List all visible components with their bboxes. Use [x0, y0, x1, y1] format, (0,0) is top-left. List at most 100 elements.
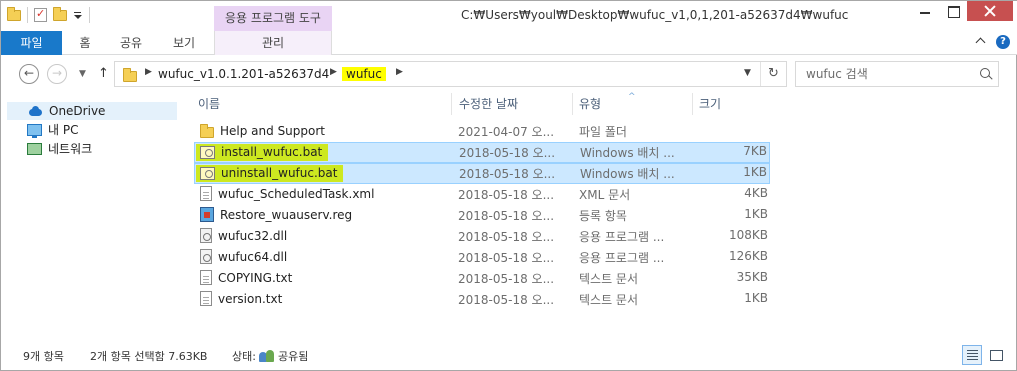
- tab-manage[interactable]: 관리: [214, 31, 332, 55]
- file-date: 2018-05-18 오...: [459, 167, 556, 181]
- file-type: 텍스트 문서: [579, 272, 639, 286]
- registry-file-icon: [200, 207, 214, 222]
- file-name-cell: Help and Support: [200, 123, 325, 138]
- file-name: wufuc64.dll: [218, 249, 288, 264]
- dll-file-icon: [200, 249, 212, 264]
- column-divider[interactable]: [692, 93, 693, 115]
- status-sharing: 상태: 공유됨: [232, 348, 308, 364]
- file-row[interactable]: wufuc_ScheduledTask.xml 2018-05-18 오... …: [194, 184, 770, 205]
- file-name: Help and Support: [220, 123, 325, 138]
- file-type: 응용 프로그램 ...: [579, 230, 665, 244]
- breadcrumb-separator-icon[interactable]: ▶: [396, 67, 403, 77]
- file-size: 108KB: [728, 228, 768, 242]
- column-header-date[interactable]: 수정한 날짜: [459, 93, 518, 115]
- file-row[interactable]: Restore_wuauserv.reg 2018-05-18 오... 등록 …: [194, 205, 770, 226]
- address-dropdown-icon[interactable]: ▼: [744, 68, 751, 78]
- file-date: 2018-05-18 오...: [458, 188, 555, 202]
- back-button[interactable]: ←: [19, 64, 39, 84]
- search-input[interactable]: wufuc 검색: [795, 61, 999, 87]
- file-date: 2021-04-07 오...: [458, 125, 555, 139]
- file-row-selected[interactable]: install_wufuc.bat 2018-05-18 오... Window…: [194, 142, 770, 163]
- customize-toolbar-dropdown-icon[interactable]: [73, 10, 83, 20]
- file-name: uninstall_wufuc.bat: [221, 166, 338, 180]
- column-divider[interactable]: [572, 93, 573, 115]
- chevron-up-icon[interactable]: [976, 37, 986, 47]
- file-name-highlight: install_wufuc.bat: [196, 144, 329, 161]
- file-row[interactable]: wufuc32.dll 2018-05-18 오... 응용 프로그램 ... …: [194, 226, 770, 247]
- file-size: 35KB: [736, 270, 768, 284]
- breadcrumb-separator-icon[interactable]: ▶: [330, 67, 337, 77]
- file-type: 텍스트 문서: [579, 293, 639, 307]
- file-row[interactable]: Help and Support 2021-04-07 오... 파일 폴더: [194, 121, 770, 142]
- breadcrumb-current[interactable]: wufuc: [342, 67, 386, 81]
- dll-file-icon: [200, 228, 212, 243]
- nav-item-onedrive[interactable]: OneDrive: [7, 102, 177, 120]
- tab-share[interactable]: 공유: [108, 31, 154, 55]
- forward-button[interactable]: →: [47, 64, 67, 84]
- up-button[interactable]: ↑: [98, 66, 109, 81]
- recent-locations-chevron-icon[interactable]: ▼: [79, 69, 86, 79]
- file-row[interactable]: wufuc64.dll 2018-05-18 오... 응용 프로그램 ... …: [194, 247, 770, 268]
- file-type: Windows 배치 ...: [580, 146, 675, 160]
- nav-item-label: 네트워크: [48, 142, 93, 156]
- file-name-cell: COPYING.txt: [200, 270, 292, 285]
- file-name: Restore_wuauserv.reg: [220, 207, 353, 222]
- status-bar: 9개 항목 2개 항목 선택함 7.63KB 상태: 공유됨: [1, 341, 1017, 371]
- file-name: install_wufuc.bat: [221, 145, 323, 159]
- toolbar-divider: [27, 7, 28, 23]
- file-row-selected[interactable]: uninstall_wufuc.bat 2018-05-18 오... Wind…: [194, 163, 770, 184]
- nav-item-network[interactable]: 네트워크: [27, 140, 92, 158]
- maximize-button[interactable]: [939, 1, 967, 21]
- nav-item-this-pc[interactable]: 내 PC: [27, 121, 78, 139]
- file-name: wufuc32.dll: [218, 228, 288, 243]
- breadcrumb-current-label: wufuc: [342, 67, 386, 81]
- search-placeholder: wufuc 검색: [806, 67, 868, 81]
- file-date: 2018-05-18 오...: [458, 293, 555, 307]
- status-state-label: 상태:: [232, 350, 256, 363]
- column-header-name[interactable]: 이름: [198, 93, 220, 115]
- column-header-type[interactable]: 유형: [579, 93, 601, 115]
- minimize-button[interactable]: [911, 1, 939, 21]
- xml-file-icon: [200, 186, 212, 201]
- shared-users-icon: [258, 350, 275, 362]
- file-name: wufuc_ScheduledTask.xml: [218, 186, 375, 201]
- folder-icon[interactable]: [7, 6, 21, 21]
- file-type: 응용 프로그램 ...: [579, 251, 665, 265]
- computer-icon: [27, 124, 42, 138]
- nav-item-label: 내 PC: [48, 123, 79, 137]
- help-icon[interactable]: ?: [996, 35, 1010, 49]
- sort-ascending-icon: ^: [628, 92, 636, 102]
- column-header-size[interactable]: 크기: [699, 93, 721, 115]
- tab-home[interactable]: 홈: [62, 31, 108, 55]
- details-view-button[interactable]: [962, 345, 982, 365]
- file-size: 126KB: [728, 249, 768, 263]
- ribbon-tabs: 파일 홈 공유 보기 관리 ?: [1, 31, 1017, 55]
- breadcrumb-separator-icon[interactable]: ▶: [145, 67, 152, 77]
- large-icons-view-button[interactable]: [986, 345, 1006, 365]
- file-name: COPYING.txt: [218, 270, 293, 285]
- status-selection: 2개 항목 선택함 7.63KB: [90, 350, 208, 363]
- file-type: XML 문서: [579, 188, 631, 202]
- tab-file[interactable]: 파일: [1, 31, 62, 55]
- properties-icon[interactable]: [34, 7, 47, 22]
- file-name-cell: uninstall_wufuc.bat: [196, 165, 344, 182]
- quick-access-toolbar: [7, 6, 90, 23]
- text-file-icon: [200, 291, 212, 306]
- network-icon: [27, 143, 42, 155]
- new-folder-icon[interactable]: [53, 6, 67, 21]
- file-type: 등록 항목: [579, 209, 627, 223]
- file-row[interactable]: version.txt 2018-05-18 오... 텍스트 문서 1KB: [194, 289, 770, 310]
- file-size: 4KB: [744, 186, 768, 200]
- file-row[interactable]: COPYING.txt 2018-05-18 오... 텍스트 문서 35KB: [194, 268, 770, 289]
- refresh-button[interactable]: ↻: [760, 62, 786, 86]
- close-button[interactable]: [967, 1, 1013, 21]
- status-state-value: 공유됨: [277, 350, 309, 363]
- batch-file-icon: [200, 145, 215, 159]
- tab-view[interactable]: 보기: [154, 31, 214, 55]
- column-divider[interactable]: [451, 93, 452, 115]
- address-bar[interactable]: ▶ wufuc_v1.0.1.201-a52637d4 ▶ wufuc ▶ ▼ …: [114, 61, 787, 87]
- breadcrumb-parent[interactable]: wufuc_v1.0.1.201-a52637d4: [158, 67, 329, 81]
- contextual-tab-header: 응용 프로그램 도구: [214, 6, 332, 31]
- file-name: version.txt: [218, 291, 283, 306]
- explorer-window: 응용 프로그램 도구 C:₩Users₩youl₩Desktop₩wufuc_v…: [0, 0, 1017, 371]
